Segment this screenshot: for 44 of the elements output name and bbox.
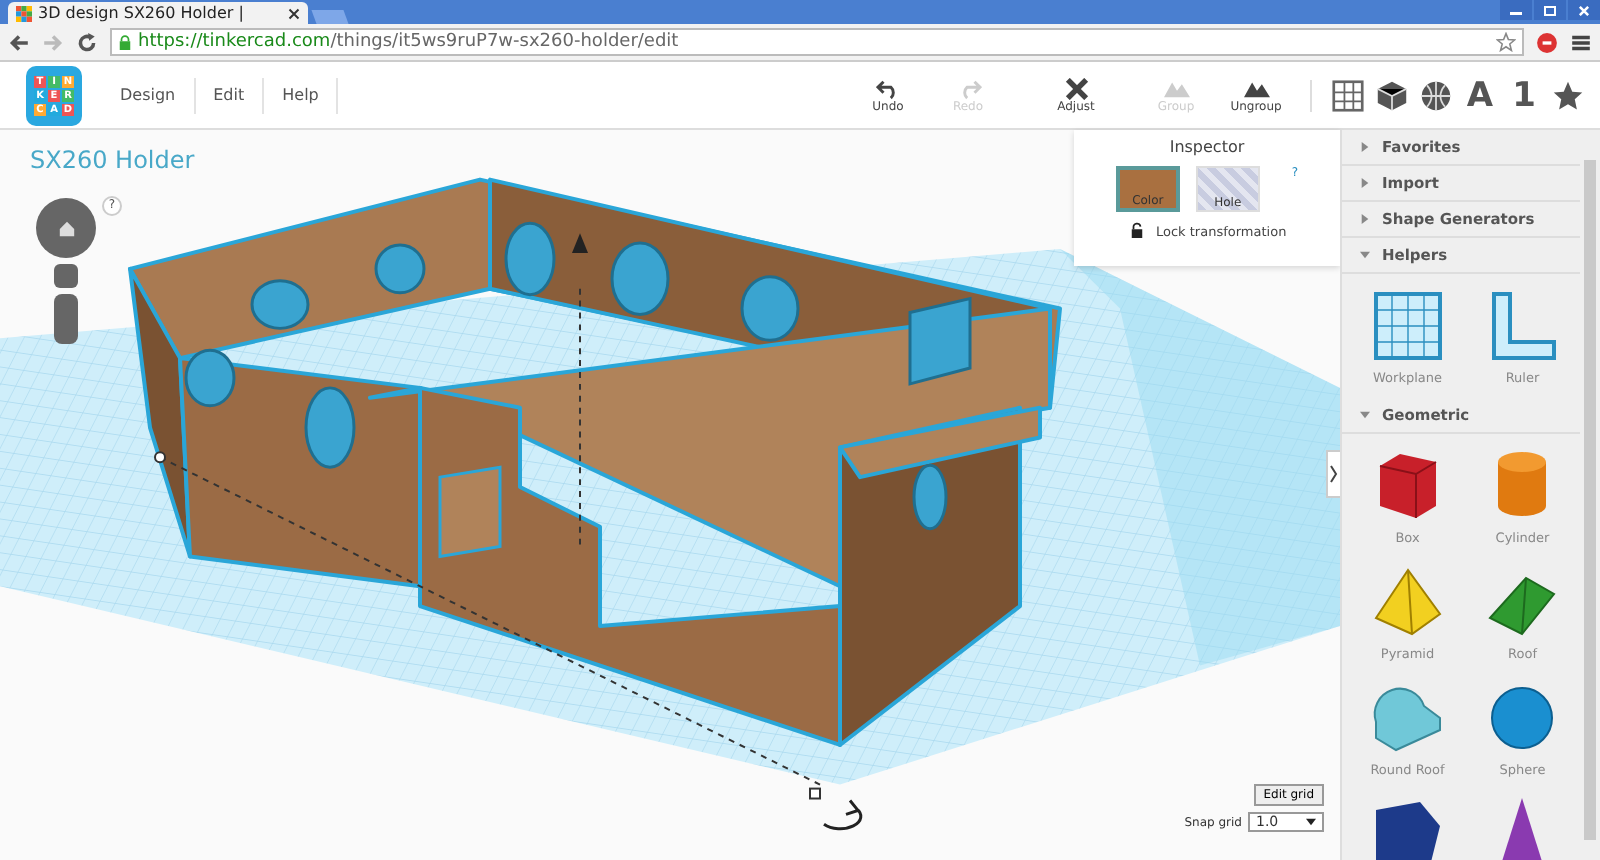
expand-icon bbox=[1360, 142, 1370, 152]
extension-badge-icon[interactable] bbox=[1536, 31, 1558, 53]
view-cube-control[interactable] bbox=[36, 198, 96, 258]
restore-button[interactable] bbox=[1534, 0, 1566, 20]
back-icon[interactable] bbox=[8, 31, 30, 53]
close-icon[interactable] bbox=[288, 7, 300, 19]
grid-favicon-icon bbox=[16, 5, 32, 21]
view-button[interactable]: 1 bbox=[1508, 79, 1540, 111]
address-field[interactable]: https://tinkercad.com/things/it5ws9ruP7w-sx260-holder/edit bbox=[110, 28, 1524, 56]
close-window-button[interactable] bbox=[1568, 0, 1600, 20]
ruler-cross-icon bbox=[1063, 77, 1089, 99]
expand-icon bbox=[1360, 178, 1370, 188]
scrollbar[interactable] bbox=[1584, 160, 1596, 840]
home-icon bbox=[57, 219, 75, 237]
panel-title: Inspector bbox=[1169, 138, 1245, 156]
menu-item[interactable]: Design bbox=[102, 77, 196, 113]
undo-icon bbox=[875, 77, 901, 99]
star-icon[interactable] bbox=[1496, 32, 1516, 52]
mountains-icon bbox=[1243, 77, 1269, 99]
chevron-icon bbox=[1330, 464, 1338, 484]
minimize-icon bbox=[1510, 12, 1522, 16]
menu-icon[interactable] bbox=[1570, 31, 1592, 53]
fit-view-button[interactable] bbox=[54, 264, 78, 288]
padlock-icon[interactable] bbox=[1130, 222, 1144, 240]
menu-item[interactable]: Edit bbox=[195, 77, 265, 113]
menu-item[interactable]: Help bbox=[264, 77, 339, 113]
browser-tab[interactable]: 3D design SX260 Holder | bbox=[8, 2, 308, 24]
star-icon[interactable] bbox=[1552, 79, 1584, 111]
minimize-button[interactable] bbox=[1500, 0, 1532, 20]
collapse-icon bbox=[1360, 410, 1370, 420]
expand-icon bbox=[1360, 214, 1370, 224]
mountains-icon bbox=[1163, 77, 1189, 99]
padlock-icon bbox=[118, 33, 132, 51]
view-button[interactable]: A bbox=[1464, 79, 1496, 111]
collapse-icon bbox=[1360, 250, 1370, 260]
restore-icon bbox=[1544, 5, 1556, 15]
reload-icon[interactable] bbox=[76, 31, 98, 53]
zoom-control[interactable] bbox=[54, 294, 78, 344]
close-icon bbox=[1578, 5, 1590, 15]
caret-icon bbox=[1306, 818, 1316, 826]
globe-icon[interactable] bbox=[1420, 79, 1452, 111]
collapse-sidebar-button[interactable] bbox=[1326, 450, 1340, 498]
cube-icon[interactable] bbox=[1376, 79, 1408, 111]
grid-icon[interactable] bbox=[1332, 79, 1364, 111]
